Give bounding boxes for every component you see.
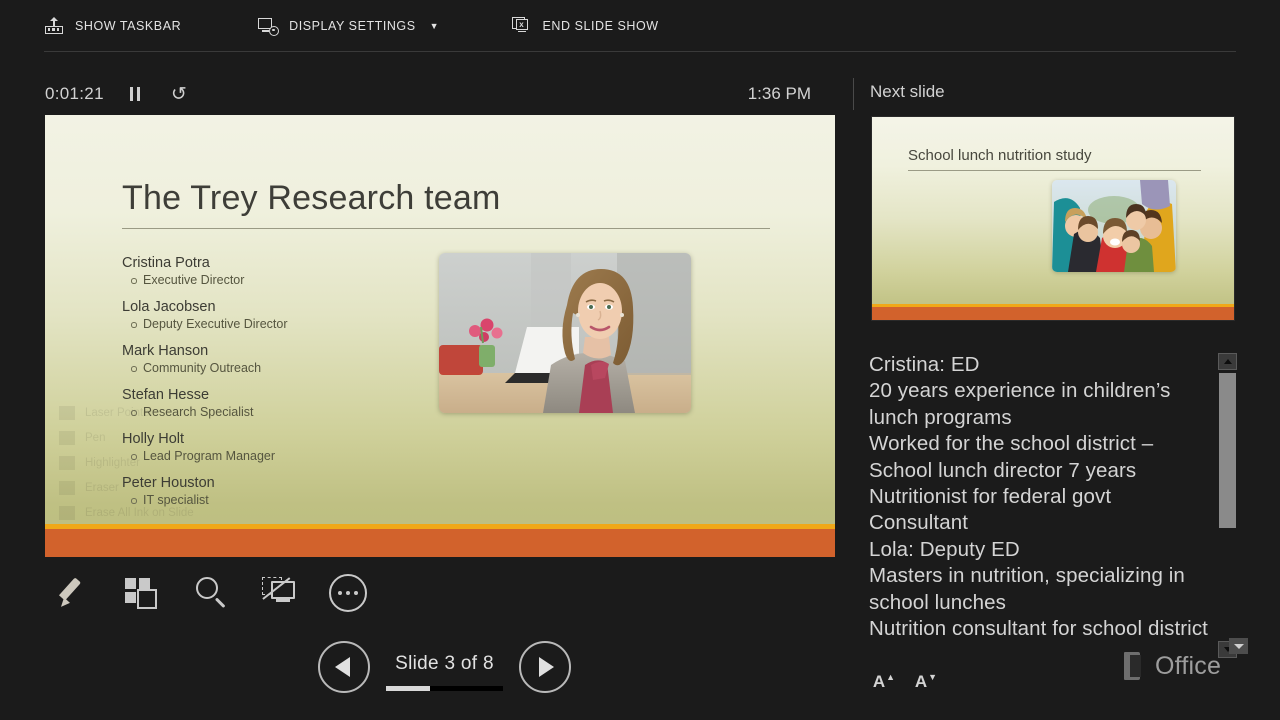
- next-slide-photo: [1052, 180, 1176, 272]
- display-settings-icon: [258, 17, 280, 36]
- show-taskbar-button[interactable]: SHOW TASKBAR: [44, 0, 181, 51]
- slide-progress-fill: [386, 686, 430, 691]
- slide-navigation: Slide 3 of 8: [318, 641, 571, 697]
- show-taskbar-label: SHOW TASKBAR: [75, 18, 182, 33]
- office-logo-icon: [1124, 652, 1148, 680]
- next-slide-preview[interactable]: School lunch nutrition study: [871, 116, 1235, 321]
- team-member-role: Research Specialist: [131, 404, 422, 420]
- list-item: Holly Holt Lead Program Manager: [122, 431, 422, 464]
- notes-font-size-controls: A ▲ A ▼: [869, 672, 949, 700]
- pen-tools-button[interactable]: [45, 566, 99, 620]
- scrollbar-thumb[interactable]: [1219, 373, 1236, 528]
- timer-row: 0:01:21 ↻ 1:36 PM: [45, 80, 835, 108]
- list-item: Mark Hanson Community Outreach: [122, 343, 422, 376]
- team-member-name: Stefan Hesse: [122, 387, 210, 403]
- slide-progress-bar: [386, 686, 503, 691]
- end-slide-show-label: END SLIDE SHOW: [542, 18, 659, 33]
- notes-line: 20 years experience in children’s lunch …: [869, 379, 1171, 429]
- team-member-role: Deputy Executive Director: [131, 316, 422, 332]
- chevron-up-icon: [1223, 359, 1232, 364]
- team-member-role: Lead Program Manager: [131, 448, 422, 464]
- pen-icon: [59, 430, 75, 445]
- current-slide-preview[interactable]: The Trey Research team Cristina Potra Ex…: [45, 115, 835, 557]
- next-slide-title: School lunch nutrition study: [908, 147, 1092, 164]
- ellipsis-icon: [329, 574, 367, 612]
- black-screen-icon: [262, 577, 298, 609]
- caret-down-icon: ▼: [928, 672, 938, 682]
- erase-all-icon: [59, 505, 75, 520]
- team-member-name: Peter Houston: [122, 475, 215, 491]
- team-member-name: Lola Jacobsen: [122, 299, 216, 315]
- team-member-name: Mark Hanson: [122, 343, 209, 359]
- presenter-toolbar: SHOW TASKBAR DISPLAY SETTINGS ▼ x END SL…: [0, 0, 1280, 51]
- list-item: Stefan Hesse Research Specialist: [122, 387, 422, 420]
- end-slideshow-icon: x: [511, 16, 532, 35]
- see-all-slides-button[interactable]: [115, 566, 169, 620]
- scroll-up-button[interactable]: [1218, 353, 1237, 370]
- chevron-down-icon: ▼: [429, 20, 439, 31]
- laser-pointer-icon: [59, 405, 75, 420]
- more-options-button[interactable]: [321, 566, 375, 620]
- presenter-tools-bar: [45, 566, 385, 620]
- highlighter-icon: [59, 455, 75, 470]
- notes-line: Lola: Deputy ED: [869, 537, 1020, 561]
- next-slide-button[interactable]: [519, 641, 571, 693]
- office-branding: Office: [1124, 638, 1248, 684]
- chevron-down-icon: [1233, 643, 1244, 649]
- slide-title: The Trey Research team: [122, 179, 501, 217]
- magnifier-icon: [195, 576, 229, 610]
- team-member-name: Holly Holt: [122, 431, 185, 447]
- next-slide-title-underline: [908, 170, 1201, 171]
- zoom-into-slide-button[interactable]: [185, 566, 239, 620]
- team-member-name: Cristina Potra: [122, 255, 210, 271]
- slide-photo: [439, 253, 691, 413]
- ghost-menu-label: Erase All Ink on Slide: [85, 506, 194, 519]
- ghost-menu-label: Eraser: [85, 481, 119, 494]
- display-settings-button[interactable]: DISPLAY SETTINGS ▼: [258, 0, 439, 51]
- decrease-font-size-button[interactable]: A ▼: [911, 672, 941, 698]
- end-slide-show-button[interactable]: x END SLIDE SHOW: [511, 0, 659, 51]
- ghost-menu-label: Pen: [85, 431, 106, 444]
- team-list: Cristina Potra Executive Director Lola J…: [122, 255, 422, 508]
- grid-icon: [124, 577, 160, 609]
- increase-font-size-button[interactable]: A ▲: [869, 672, 899, 698]
- notes-line: Cristina: ED: [869, 353, 980, 376]
- increase-font-label: A: [872, 672, 886, 691]
- notes-scrollbar[interactable]: [1218, 353, 1237, 658]
- list-item: Lola Jacobsen Deputy Executive Director: [122, 299, 422, 332]
- decrease-font-label: A: [914, 672, 928, 691]
- caret-up-icon: ▲: [886, 672, 896, 682]
- notes-line: Worked for the school district – School …: [869, 432, 1154, 482]
- current-clock-time: 1:36 PM: [747, 84, 811, 103]
- toolbar-divider: [44, 51, 1236, 52]
- pen-icon: [54, 575, 90, 611]
- notes-line: Nutritionist for federal govt: [869, 485, 1112, 509]
- children-group-huddle-image: [1052, 180, 1176, 272]
- slide-accent-band: [45, 529, 835, 557]
- slide-title-underline: [122, 228, 770, 229]
- notes-line: Consultant: [869, 511, 969, 535]
- office-menu-button[interactable]: [1229, 638, 1248, 654]
- list-item: Peter Houston IT specialist: [122, 475, 422, 508]
- next-slide-accent-band: [872, 307, 1234, 320]
- team-member-role: IT specialist: [131, 492, 422, 508]
- office-label: Office: [1155, 651, 1222, 680]
- panel-divider: [853, 78, 854, 110]
- taskbar-icon: [44, 16, 64, 35]
- presenter-view-window: SHOW TASKBAR DISPLAY SETTINGS ▼ x END SL…: [0, 0, 1280, 720]
- notes-line: Masters in nutrition, specializing in sc…: [869, 564, 1185, 614]
- black-screen-button[interactable]: [253, 566, 307, 620]
- businesswoman-portrait-image: [439, 253, 691, 413]
- next-slide-header: Next slide: [870, 82, 945, 101]
- team-member-role: Community Outreach: [131, 360, 422, 376]
- display-settings-label: DISPLAY SETTINGS: [289, 18, 416, 33]
- list-item: Cristina Potra Executive Director: [122, 255, 422, 288]
- speaker-notes-pane[interactable]: Cristina: ED 20 years experience in chil…: [869, 352, 1214, 668]
- notes-line: Nutrition consultant for school district: [869, 617, 1208, 641]
- chevron-right-icon: [539, 657, 554, 677]
- team-member-role: Executive Director: [131, 272, 422, 288]
- eraser-icon: [59, 480, 75, 495]
